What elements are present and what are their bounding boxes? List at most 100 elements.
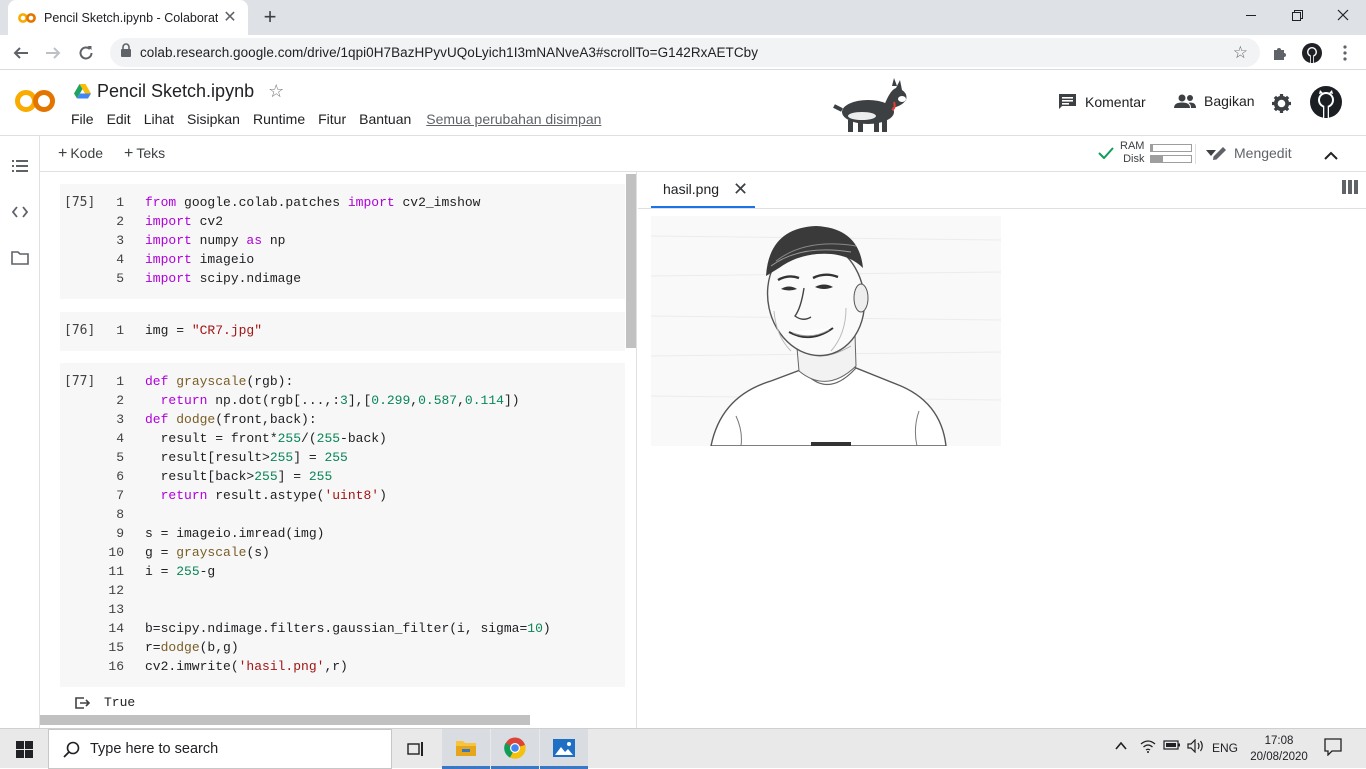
windows-start-icon[interactable] — [0, 729, 48, 769]
forward-icon[interactable] — [40, 40, 66, 66]
task-view-icon[interactable] — [392, 729, 440, 769]
close-icon[interactable]: ✕ — [222, 9, 238, 26]
code-text[interactable]: i = 255-g — [145, 564, 215, 579]
photos-app-icon[interactable] — [540, 729, 588, 769]
horizontal-scrollbar[interactable] — [40, 715, 530, 725]
menu-help[interactable]: Bantuan — [359, 111, 411, 127]
browser-tabstrip: Pencil Sketch.ipynb - Colaborato ✕ + — [0, 0, 1366, 35]
minimize-icon[interactable] — [1228, 0, 1274, 30]
line-number: 10 — [108, 545, 124, 560]
pencil-icon — [1213, 147, 1226, 160]
taskbar-search-box[interactable]: Type here to search — [48, 729, 392, 769]
resources-indicator[interactable]: RAM Disk — [1098, 140, 1217, 166]
code-text[interactable]: import imageio — [145, 252, 254, 267]
code-text[interactable]: r=dodge(b,g) — [145, 640, 239, 655]
execution-count[interactable]: [77] — [64, 374, 95, 389]
bookmark-star-icon[interactable]: ☆ — [1233, 43, 1248, 63]
code-text[interactable]: result[back>255] = 255 — [145, 469, 333, 484]
colab-favicon-icon — [18, 12, 36, 24]
settings-gear-icon[interactable] — [1272, 94, 1291, 118]
output-clear-icon[interactable] — [74, 696, 90, 710]
reload-icon[interactable] — [73, 40, 99, 66]
notebook-cells-pane[interactable]: [75] 1 from google.colab.patches import cv… — [40, 172, 637, 728]
code-text[interactable]: import numpy as np — [145, 233, 285, 248]
code-cell[interactable]: [76] 1 img = "CR7.jpg" — [60, 312, 625, 351]
comment-button[interactable]: Komentar — [1058, 93, 1146, 110]
code-text[interactable]: import scipy.ndimage — [145, 271, 301, 286]
line-number: 1 — [116, 323, 124, 338]
wifi-icon[interactable] — [1140, 739, 1156, 756]
code-text[interactable]: s = imageio.imread(img) — [145, 526, 324, 541]
execution-count[interactable]: [75] — [64, 195, 95, 210]
image-viewer-pane: hasil.png ✕ — [638, 172, 1366, 728]
table-of-contents-icon[interactable] — [10, 156, 30, 176]
menu-insert[interactable]: Sisipkan — [187, 111, 240, 127]
url-text: colab.research.google.com/drive/1qpi0H7B… — [140, 45, 759, 60]
browser-tab[interactable]: Pencil Sketch.ipynb - Colaborato ✕ — [8, 0, 248, 35]
github-extension-icon[interactable] — [1300, 41, 1324, 65]
code-text[interactable]: result = front*255/(255-back) — [145, 431, 387, 446]
code-text[interactable]: img = "CR7.jpg" — [145, 323, 262, 338]
window-close-icon[interactable] — [1320, 0, 1366, 30]
cell-output: True — [74, 695, 135, 710]
menu-tools[interactable]: Fitur — [318, 111, 346, 127]
line-number: 5 — [116, 271, 124, 286]
search-placeholder: Type here to search — [90, 741, 219, 757]
code-text[interactable]: def grayscale(rgb): — [145, 374, 293, 389]
notebook-title[interactable]: Pencil Sketch.ipynb — [97, 81, 254, 102]
execution-count[interactable]: [76] — [64, 323, 95, 338]
menu-edit[interactable]: Edit — [107, 111, 131, 127]
google-drive-icon[interactable] — [74, 84, 91, 99]
split-layout-icon[interactable] — [1342, 180, 1358, 199]
code-cell[interactable]: [75] 1 from google.colab.patches import cv… — [60, 184, 625, 299]
tab-underline-divider — [638, 208, 1366, 209]
restore-icon[interactable] — [1274, 0, 1320, 30]
code-text[interactable]: import cv2 — [145, 214, 223, 229]
ram-usage-bar — [1150, 143, 1193, 152]
code-cell[interactable]: [77] 1 def grayscale(rgb): 2 return np.dot(… — [60, 363, 625, 687]
add-text-button[interactable]: + Teks — [124, 145, 165, 163]
folder-icon[interactable] — [10, 248, 30, 268]
menu-file[interactable]: File — [71, 111, 94, 127]
line-number: 14 — [108, 621, 124, 636]
speaker-volume-icon[interactable] — [1187, 738, 1205, 756]
menu-runtime[interactable]: Runtime — [253, 111, 305, 127]
editing-mode-button[interactable]: Mengedit — [1212, 145, 1292, 161]
add-code-button[interactable]: + Kode — [58, 145, 103, 163]
search-icon — [63, 741, 80, 758]
code-text[interactable]: def dodge(front,back): — [145, 412, 317, 427]
back-icon[interactable] — [8, 40, 34, 66]
code-text[interactable]: result[result>255] = 255 — [145, 450, 348, 465]
code-text[interactable]: return result.astype('uint8') — [145, 488, 387, 503]
image-tab-label: hasil.png — [663, 181, 720, 197]
vertical-scrollbar[interactable] — [626, 174, 636, 348]
collapse-header-icon[interactable] — [1324, 147, 1338, 165]
save-status[interactable]: Semua perubahan disimpan — [426, 111, 601, 127]
code-text[interactable]: from google.colab.patches import cv2_ims… — [145, 195, 481, 210]
new-tab-button[interactable]: + — [258, 6, 282, 30]
share-button[interactable]: Bagikan — [1174, 93, 1255, 109]
colab-logo[interactable] — [14, 87, 56, 115]
battery-icon[interactable] — [1163, 739, 1181, 754]
code-text[interactable]: cv2.imwrite('hasil.png',r) — [145, 659, 348, 674]
taskbar-clock[interactable]: 17:08 20/08/2020 — [1246, 733, 1312, 765]
file-explorer-icon[interactable] — [442, 729, 490, 769]
notifications-icon[interactable] — [1324, 738, 1342, 759]
code-text[interactable]: return np.dot(rgb[...,:3],[0.299,0.587,0… — [145, 393, 520, 408]
code-text[interactable]: b=scipy.ndimage.filters.gaussian_filter(… — [145, 621, 551, 636]
language-indicator[interactable]: ENG — [1212, 741, 1238, 755]
menu-view[interactable]: Lihat — [144, 111, 174, 127]
chrome-icon[interactable] — [491, 729, 539, 769]
code-text[interactable]: g = grayscale(s) — [145, 545, 270, 560]
tab-hasil-png[interactable]: hasil.png ✕ — [651, 172, 755, 208]
code-snippets-icon[interactable] — [10, 202, 30, 222]
disk-label: Disk — [1123, 153, 1145, 165]
corgi-dog-image — [832, 76, 910, 136]
star-icon[interactable]: ☆ — [268, 81, 284, 102]
github-icon[interactable] — [1310, 86, 1342, 123]
address-bar[interactable]: colab.research.google.com/drive/1qpi0H7B… — [110, 38, 1260, 67]
kebab-menu-icon[interactable] — [1333, 41, 1357, 65]
extensions-puzzle-icon[interactable] — [1268, 41, 1292, 65]
close-icon[interactable]: ✕ — [733, 179, 748, 200]
show-hidden-icons-chevron-icon[interactable] — [1114, 739, 1128, 756]
